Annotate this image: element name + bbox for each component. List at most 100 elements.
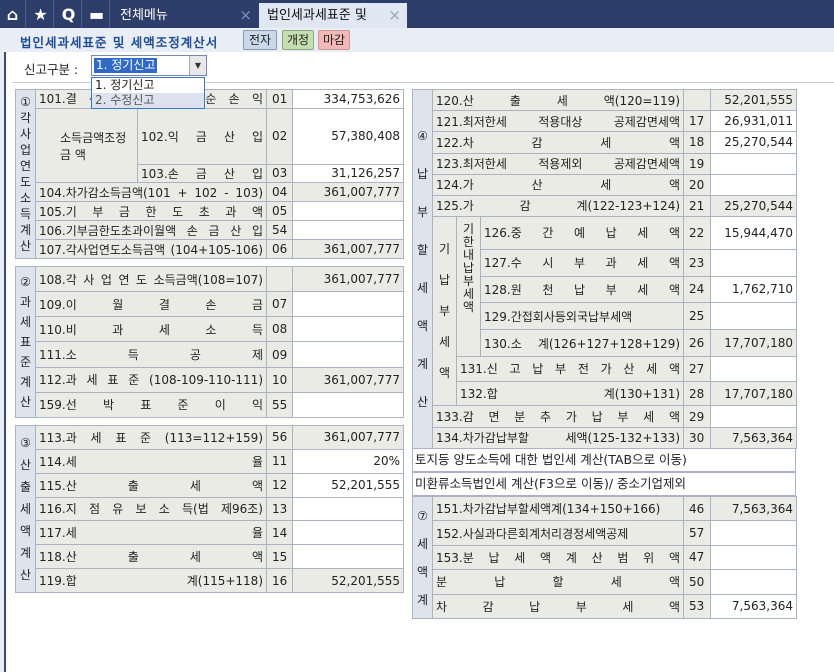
electronic-button[interactable]: 전자: [243, 30, 277, 50]
quick-search-icon[interactable]: Q: [56, 0, 82, 28]
amount-field[interactable]: [710, 173, 798, 196]
amount-field[interactable]: [710, 356, 798, 382]
table-row: 152.사실과다른회계처리경정세액공제 57: [413, 520, 797, 546]
tab-label: 전체메뉴: [120, 8, 168, 23]
amount-field[interactable]: 31,126,257: [292, 163, 405, 184]
row-code: 50: [683, 569, 711, 595]
amount-field[interactable]: [292, 544, 404, 570]
left-border: [0, 52, 6, 672]
table-row: 124.가 산 세 액 20: [413, 173, 798, 196]
amount-field[interactable]: [710, 405, 798, 428]
calendar-icon[interactable]: ▬: [84, 0, 110, 28]
filing-type-label: 신고구분 :: [24, 62, 79, 77]
row-label: 130.소 계(126+127+128+129): [479, 329, 685, 358]
row-label: 152.사실과다른회계처리경정세액공제: [432, 520, 684, 546]
row-label: 122.차 감 세 액: [431, 131, 685, 154]
close-icon[interactable]: ×: [239, 3, 252, 28]
star-icon[interactable]: ★: [28, 0, 54, 28]
row-code: 01: [266, 89, 294, 109]
filing-type-value: 1. 정기신고: [94, 58, 158, 73]
row-code: 57: [683, 520, 711, 546]
amount-field[interactable]: 26,931,011: [710, 110, 798, 133]
row-code: 02: [266, 107, 294, 165]
row-code: 26: [683, 329, 712, 358]
tab-all-menu[interactable]: 전체메뉴 ×: [112, 3, 258, 28]
row-label: 125.가 감 계(122-123+124): [431, 194, 685, 218]
table-row: 106.기부금한도초과이월액 손 금 산 입 54: [16, 220, 405, 241]
row-code: 14: [266, 520, 293, 546]
row-label: 123.최저한세 적용제외 공제감면세액: [431, 152, 685, 175]
amount-field: 52,201,555: [292, 568, 404, 593]
income-calc-table: ①각사업연도소득계산101.결 산 서 상 당 기 순 손 익01334,753…: [15, 89, 405, 259]
amount-field[interactable]: 7,563,364: [710, 593, 797, 620]
table-row: 134.차가감납부할 세액(125-132+133) 30 7,563,364: [413, 426, 798, 450]
amount-field: 361,007,777: [292, 182, 405, 203]
amount-field[interactable]: [292, 520, 404, 546]
amount-field[interactable]: 57,380,408: [292, 107, 405, 165]
row-label: 109.이 월 결 손 금: [35, 291, 267, 318]
row-code: 24: [683, 275, 712, 304]
option-regular[interactable]: 1. 정기신고: [92, 78, 204, 93]
amount-field[interactable]: [292, 220, 405, 241]
amount-field[interactable]: [292, 496, 404, 522]
row-label: 120.산 출 세 액(120=119): [431, 88, 685, 112]
amount-field[interactable]: [292, 291, 404, 318]
row-code: 09: [266, 341, 293, 368]
in-period-tax-group-text: 기한내납부세액: [462, 222, 475, 315]
amount-field[interactable]: 20%: [292, 448, 404, 474]
tab-label: 법인세과세표준 및: [267, 8, 367, 23]
row-code: 53: [683, 593, 711, 620]
income-adjustment-group: 소득금액조정 금 액: [35, 107, 138, 184]
amount-field[interactable]: [710, 569, 797, 595]
amount-field[interactable]: [710, 544, 797, 571]
amount-field[interactable]: [710, 520, 797, 546]
table-row: 107.각사업연도소득금액 (104+105-106) 06 361,007,777: [16, 239, 405, 259]
amount-field[interactable]: [292, 316, 404, 343]
table-row: 125.가 감 계(122-123+124) 21 25,270,544: [413, 194, 798, 218]
unreturned-income-tax-link[interactable]: 미환류소득법인세 계산(F3으로 이동)/ 중소기업제외: [412, 472, 796, 496]
row-label: 116.지 점 유 보 소 득(법 제96조): [35, 496, 267, 522]
amount-field[interactable]: [292, 341, 404, 368]
land-transfer-tax-link[interactable]: 토지등 양도소득에 대한 법인세 계산(TAB으로 이동): [412, 448, 796, 472]
chevron-down-icon[interactable]: ▼: [189, 56, 206, 75]
amount-field[interactable]: 334,753,626: [292, 89, 405, 109]
row-code: 46: [683, 495, 711, 522]
row-code: 21: [683, 194, 712, 218]
amount-field[interactable]: [710, 248, 798, 277]
row-label: 118.산 출 세 액: [35, 544, 267, 570]
revise-button[interactable]: 개정: [282, 30, 314, 50]
row-code: 06: [266, 239, 294, 259]
close-icon[interactable]: ×: [388, 3, 401, 28]
table-row: 112.과 세 표 준 (108-109-110-111) 10 361,007,7…: [16, 366, 404, 393]
row-label: 134.차가감납부할 세액(125-132+133): [431, 426, 685, 450]
home-icon[interactable]: ⌂: [0, 0, 26, 28]
prepaid-tax-group-text: 기납부세액: [438, 241, 451, 380]
row-code: 04: [266, 182, 294, 203]
filing-type-select[interactable]: 1. 정기신고 ▼: [91, 55, 207, 76]
section-label-text: ④납부할세액계산: [416, 129, 429, 409]
row-label: 104.차가감소득금액(101 + 102 - 103): [34, 182, 268, 203]
amount-field: 25,270,544: [710, 194, 798, 218]
amount-field[interactable]: [710, 152, 798, 175]
amount-field[interactable]: 15,944,470: [710, 216, 798, 250]
table-row: 110.비 과 세 소 득 08: [16, 316, 404, 343]
amount-field[interactable]: [292, 391, 404, 419]
amount-field[interactable]: 25,270,544: [710, 131, 798, 154]
table-row: 131.신 고 납 부 전 가 산 세 액 27: [413, 356, 798, 382]
row-label: 103.손 금 산 입: [136, 163, 268, 184]
table-row: 차 감 납 부 세 액 53 7,563,364: [413, 593, 797, 620]
amount-field[interactable]: 52,201,555: [292, 472, 404, 498]
amount-field[interactable]: [292, 201, 405, 222]
row-code: 10: [266, 366, 293, 393]
amount-field[interactable]: [710, 302, 798, 331]
amount-field[interactable]: 1,762,710: [710, 275, 798, 304]
row-code: 56: [266, 425, 293, 450]
row-code: 20: [683, 173, 712, 196]
table-row: ③산출세액계산 113.과 세 표 준 (113=112+159) 56 361,00…: [15, 425, 404, 593]
tab-corporate-tax[interactable]: 법인세과세표준 및 ×: [259, 3, 407, 28]
table-row: 105.기 부 금 한 도 초 과 액 05: [16, 201, 405, 222]
row-code: 23: [683, 248, 712, 277]
close-period-button[interactable]: 마감: [318, 30, 350, 50]
option-amended[interactable]: 2. 수정신고: [92, 93, 204, 108]
table-row: 118.산 출 세 액 15: [16, 544, 404, 570]
